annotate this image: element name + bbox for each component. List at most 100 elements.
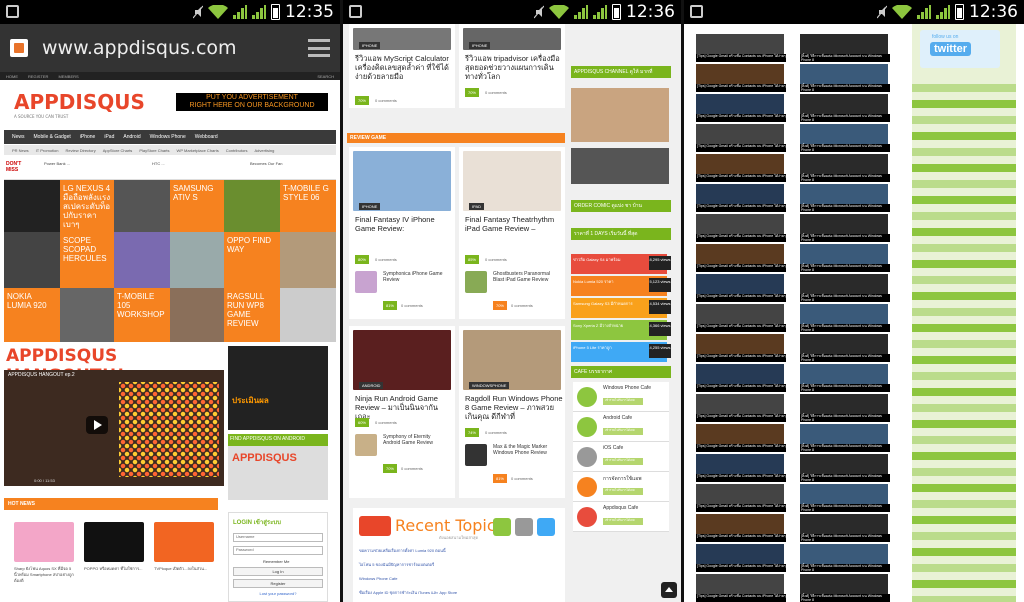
popular-item[interactable]: Nokia Lumia 520 ราคา 5,123 views — [571, 276, 671, 296]
glitched-row[interactable]: [Tips] Google Gmail สร้างชื่อ Contacts บ… — [694, 152, 894, 182]
game-title[interactable]: Ninja Run Android Game Review – มาเป็นนิ… — [355, 394, 453, 421]
feature-tile[interactable] — [170, 288, 224, 342]
feature-tile[interactable] — [170, 232, 224, 288]
nav-mobile[interactable]: Mobile & Gadget — [34, 134, 71, 140]
browser-menu-icon[interactable] — [308, 39, 330, 57]
glitched-row[interactable]: [Tips] Google Gmail สร้างชื่อ Contacts บ… — [694, 92, 894, 122]
site-logo[interactable]: APPDISQUS A SOURCE YOU CAN TRUST — [14, 90, 145, 119]
cafe-item[interactable]: Windows Phone Cafe เข้าร่วมไปกับเราได้เลย — [573, 382, 669, 412]
glitched-row[interactable]: [Tips] Google Gmail สร้างชื่อ Contacts บ… — [694, 242, 894, 272]
nav-android[interactable]: Android — [123, 134, 140, 140]
mini-review[interactable]: Ghostbusters Paranormal Blast iPad Game … — [465, 271, 563, 311]
popular-item[interactable]: ข่าวลือ Galaxy S4 มาพร้อม 8,295 views — [571, 254, 671, 274]
subnav-item[interactable]: Contributors — [226, 148, 248, 153]
subnav-item[interactable]: Review Directory — [66, 148, 96, 153]
mini-comments[interactable]: 0 comments — [401, 303, 423, 309]
recent-topic-row[interactable]: Windows Phone Cafe — [359, 576, 559, 581]
recent-topic-row[interactable]: ไอโฟน 5 ของฉันมีปัญหาการชาร์จแบตเตอรี่ — [359, 562, 559, 567]
popular-item[interactable]: Sony Xperia Z มีวางจำหน่าย 4,366 views — [571, 320, 671, 340]
mini-review[interactable]: Max & the Magic Marker Windows Phone Rev… — [465, 444, 563, 484]
hot-news-item[interactable]: TVPloque เปิดตัว...ลงในส่วน... — [154, 522, 214, 572]
feature-tile[interactable]: T-MOBILE 105 WORKSHOP — [114, 288, 170, 342]
topnav-register[interactable]: REGISTER — [28, 74, 48, 79]
comment-count[interactable]: 0 comments — [375, 257, 397, 262]
glitched-row[interactable]: [Tips] Google Gmail สร้างชื่อ Contacts บ… — [694, 332, 894, 362]
play-icon[interactable] — [86, 416, 108, 434]
channel-video[interactable] — [571, 88, 669, 142]
game-review-card[interactable]: IPHONE Final Fantasy IV iPhone Game Revi… — [349, 147, 455, 319]
feature-tile[interactable] — [114, 180, 170, 232]
login-button[interactable]: Log In — [233, 567, 323, 576]
feature-tile[interactable] — [4, 232, 60, 288]
comment-count[interactable]: 0 comments — [485, 430, 507, 435]
mini-comments[interactable]: 0 comments — [401, 466, 423, 472]
subnav-item[interactable]: PR News — [12, 148, 29, 153]
glitched-row[interactable]: [Tips] Google Gmail สร้างชื่อ Contacts บ… — [694, 512, 894, 542]
cafe-join-button[interactable]: เข้าร่วมไปกับเราได้เลย — [603, 488, 643, 495]
review-card[interactable]: IPHONE รีวิวแอพ tripadvisor เครื่องมือสุ… — [459, 24, 565, 108]
popular-item[interactable]: iPhone 5 Lite ราคาถูก 4,255 views — [571, 342, 671, 362]
ticker-item[interactable]: HTC ... — [152, 161, 217, 166]
password-field[interactable]: Password — [233, 546, 323, 555]
game-review-card[interactable]: WINDOWSPHONE Ragdoll Run Windows Phone 8… — [459, 326, 565, 498]
hangout-banner[interactable]: APPDISQUS HANGOUT!!! — [4, 346, 224, 386]
feature-tile[interactable] — [280, 288, 336, 342]
cafe-join-button[interactable]: เข้าร่วมไปกับเราได้เลย — [603, 428, 643, 435]
game-title[interactable]: Final Fantasy IV iPhone Game Review: — [355, 215, 453, 233]
subnav-item[interactable]: WP Marketplace Charts — [177, 148, 219, 153]
username-field[interactable]: Username — [233, 533, 323, 542]
topnav-home[interactable]: HOME — [6, 74, 18, 79]
cafe-join-button[interactable]: เข้าร่วมไปกับเราได้เลย — [603, 458, 643, 465]
remember-me-checkbox[interactable]: Remember Me — [263, 559, 323, 564]
cafe-item[interactable]: Appdisqus Cafe เข้าร่วมไปกับเราได้เลย — [573, 502, 669, 532]
review-card-title[interactable]: รีวิวแอพ MyScript Calculator เครื่องคิดเ… — [355, 54, 453, 81]
subnav-item[interactable]: PlayStore Charts — [139, 148, 169, 153]
cafe-item[interactable]: iOS Cafe เข้าร่วมไปกับเราได้เลย — [573, 442, 669, 472]
cafe-item[interactable]: Android Cafe เข้าร่วมไปกับเราได้เลย — [573, 412, 669, 442]
feature-tile[interactable]: OPPO FIND WAY — [224, 232, 280, 288]
register-button[interactable]: Register — [233, 579, 323, 588]
review-card[interactable]: IPHONE รีวิวแอพ MyScript Calculator เครื… — [349, 24, 455, 108]
glitched-row[interactable]: [Tips] Google Gmail สร้างชื่อ Contacts บ… — [694, 422, 894, 452]
recent-topic-row[interactable]: ขอความช่วยเหลือเรื่องการตั้งค่า Lumia 92… — [359, 548, 559, 553]
hot-news-item[interactable]: POPPO หรือหมดค่า ที่ไม่ใช่การ... — [84, 522, 144, 572]
glitched-row[interactable]: [Tips] Google Gmail สร้างชื่อ Contacts บ… — [694, 482, 894, 512]
feature-tile[interactable]: T-MOBILE G STYLE 06 — [280, 180, 336, 232]
hot-news-item[interactable]: Sharp ยังโฟน Aquos SX ที่มีจอ 5 นิ้วพร้อ… — [14, 522, 74, 584]
glitched-row[interactable]: [Tips] Google Gmail สร้างชื่อ Contacts บ… — [694, 452, 894, 482]
glitched-row[interactable]: [Tips] Google Gmail สร้างชื่อ Contacts บ… — [694, 542, 894, 572]
feature-tile[interactable] — [114, 232, 170, 288]
feature-tile[interactable]: RAGSULL RUN WP8 GAME REVIEW — [224, 288, 280, 342]
game-review-card[interactable]: IPAD Final Fantasy Theatrhythm iPad Game… — [459, 147, 565, 319]
search-label[interactable]: SEARCH — [317, 74, 334, 79]
glitched-row[interactable]: [Tips] Google Gmail สร้างชื่อ Contacts บ… — [694, 182, 894, 212]
cafe-join-button[interactable]: เข้าร่วมไปกับเราได้เลย — [603, 398, 643, 405]
nav-webboard[interactable]: Webboard — [195, 134, 218, 140]
video-player[interactable]: APPDISQUS HANGOUT ep.2 0:00 / 11:53 — [4, 370, 224, 486]
ad-banner[interactable]: PUT YOU ADVERTISEMENT RIGHT HERE ON OUR B… — [176, 93, 328, 111]
glitched-row[interactable]: [Tips] Google Gmail สร้างชื่อ Contacts บ… — [694, 62, 894, 92]
feature-tile[interactable]: SCOPE SCOPAD HERCULES — [60, 232, 114, 288]
comment-count[interactable]: 0 comments — [375, 98, 397, 103]
topnav-members[interactable]: MEMBERS — [58, 74, 78, 79]
browser-address-bar[interactable]: www.appdisqus.com — [0, 24, 340, 72]
subnav-item[interactable]: AppStore Charts — [103, 148, 133, 153]
nav-news[interactable]: News — [12, 134, 25, 140]
game-review-card[interactable]: ANDROID Ninja Run Android Game Review – … — [349, 326, 455, 498]
glitched-row[interactable]: [Tips] Google Gmail สร้างชื่อ Contacts บ… — [694, 302, 894, 332]
recent-topic-row[interactable]: ชื่อเรื่อง Apple ID ชุดการชำระเงิน iTune… — [359, 590, 559, 595]
glitched-row[interactable]: [Tips] Google Gmail สร้างชื่อ Contacts บ… — [694, 362, 894, 392]
feature-tile[interactable] — [224, 180, 280, 232]
mini-review[interactable]: Symphony of Eternity Android Game Review… — [355, 434, 453, 474]
channel-thumbs[interactable] — [571, 148, 669, 184]
subnav-item[interactable]: IT Promotion — [36, 148, 59, 153]
glitched-row[interactable]: [Tips] Google Gmail สร้างชื่อ Contacts บ… — [694, 392, 894, 422]
feature-tile[interactable]: LG NEXUS 4 มือถือพลังแรง สเปคระดับท็อปกั… — [60, 180, 114, 232]
glitched-row[interactable]: [Tips] Google Gmail สร้างชื่อ Contacts บ… — [694, 32, 894, 62]
mini-review[interactable]: Symphonica iPhone Game Review 81% 0 commen… — [355, 271, 453, 311]
feature-tile[interactable] — [60, 288, 114, 342]
glitched-row[interactable]: [Tips] Google Gmail สร้างชื่อ Contacts บ… — [694, 122, 894, 152]
game-title[interactable]: Ragdoll Run Windows Phone 8 Game Review … — [465, 394, 563, 421]
url-text[interactable]: www.appdisqus.com — [42, 37, 308, 59]
ticker-item[interactable]: Power Bank ... — [44, 161, 109, 166]
